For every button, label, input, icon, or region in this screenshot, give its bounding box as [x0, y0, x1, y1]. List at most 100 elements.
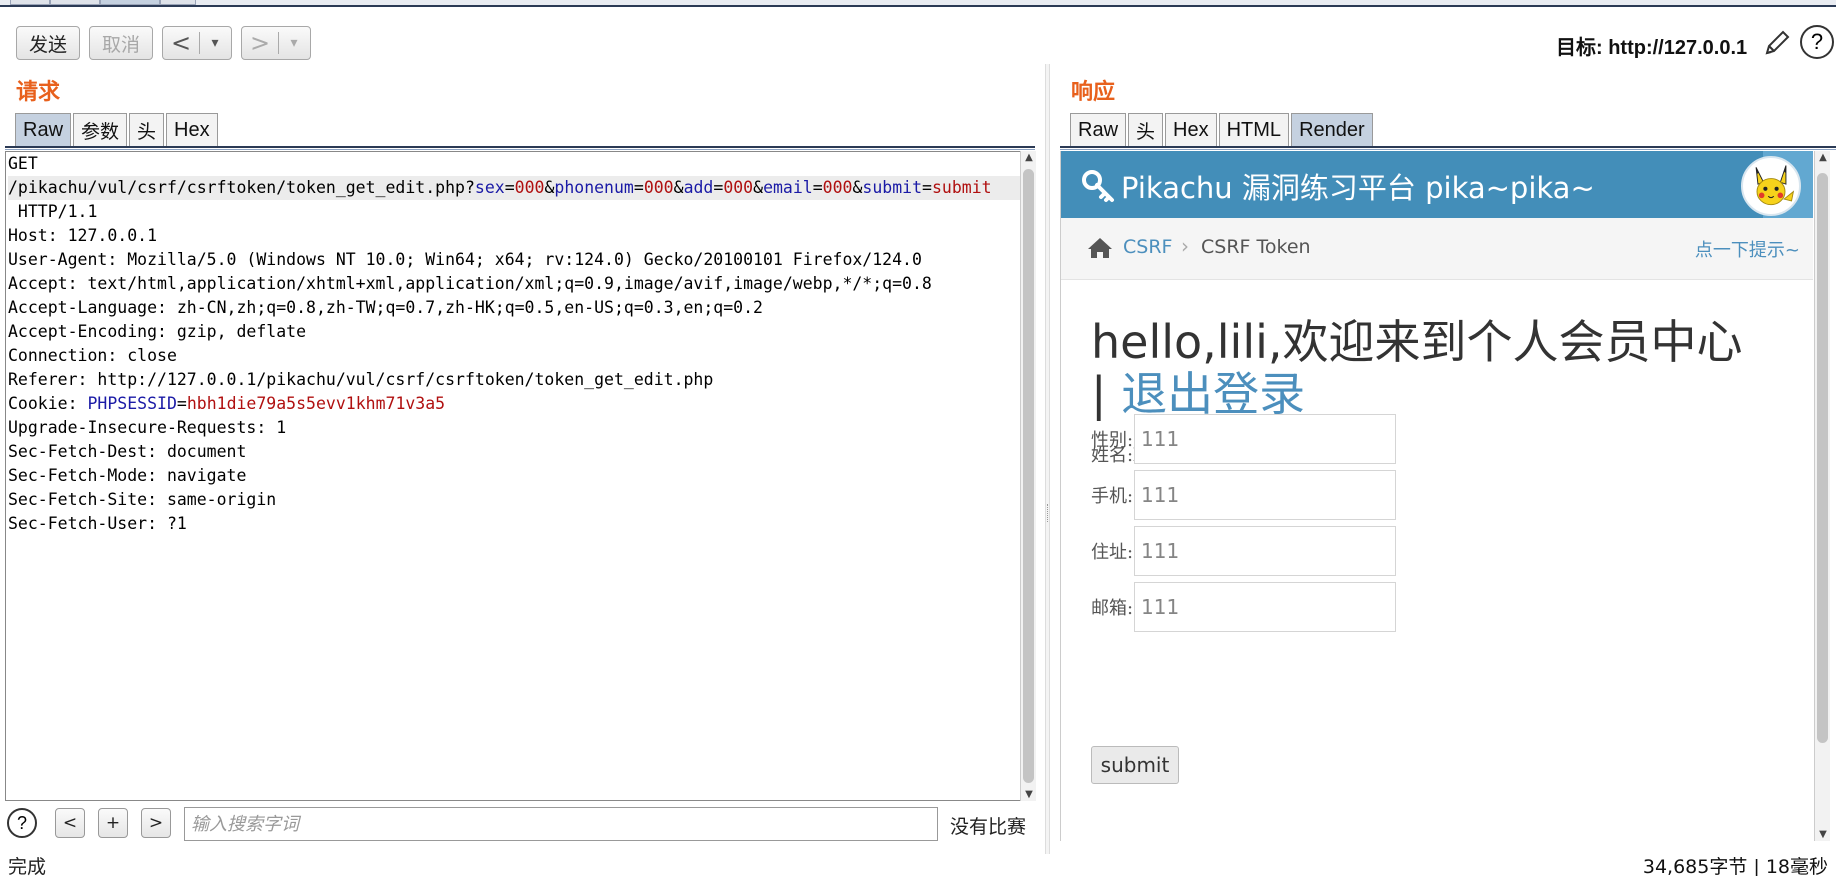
param-key: submit — [862, 178, 923, 197]
scroll-thumb[interactable] — [1023, 169, 1034, 783]
tab-hex[interactable]: Hex — [166, 113, 218, 147]
request-line: User-Agent: Mozilla/5.0 (Windows NT 10.0… — [8, 250, 922, 269]
forward-button[interactable]: > ▾ — [241, 26, 311, 60]
logout-link[interactable]: 退出登录 — [1121, 367, 1305, 421]
param-separator: & — [852, 178, 863, 197]
page-header: Pikachu 漏洞练习平台 pika~pika~ — [1061, 151, 1813, 218]
request-line: Sec-Fetch-User: ?1 — [8, 514, 187, 533]
address-label: 住址: — [1091, 542, 1134, 563]
cancel-button[interactable]: 取消 — [89, 26, 153, 60]
top-tab[interactable] — [160, 0, 196, 5]
welcome-heading: hello,lili,欢迎来到个人会员中心 | 退出登录 — [1091, 316, 1791, 420]
param-key: email — [763, 178, 813, 197]
param-separator: & — [753, 178, 764, 197]
form-row-address: 住址: — [1091, 526, 1396, 576]
breadcrumb-csrf-link[interactable]: CSRF — [1123, 236, 1172, 258]
scroll-thumb[interactable] — [1817, 173, 1828, 743]
target-label: 目标: http://127.0.0.1 — [1556, 37, 1748, 59]
back-button[interactable]: < ▾ — [162, 26, 232, 60]
cookie-value: hbh1die79a5s5evv1khm71v3a5 — [186, 394, 446, 413]
search-help-icon[interactable]: ? — [7, 808, 37, 838]
response-tab-underline — [1060, 146, 1836, 150]
welcome-text: hello,lili,欢迎来到个人会员中心 — [1091, 315, 1743, 369]
search-result-text: 没有比赛 — [950, 816, 1027, 838]
request-line: Sec-Fetch-Dest: document — [8, 442, 247, 461]
request-line: Connection: close — [8, 346, 177, 365]
tab-headers[interactable]: 头 — [1128, 113, 1164, 147]
tab-params[interactable]: 参数 — [73, 113, 128, 147]
scroll-up-icon[interactable]: ▲ — [1021, 152, 1037, 163]
breadcrumb: CSRF › CSRF Token 点一下提示~ — [1061, 218, 1813, 280]
top-tab[interactable] — [10, 0, 50, 5]
param-value: 000 — [723, 178, 754, 197]
response-stats: 34,685字节 | 18毫秒 — [1642, 856, 1828, 876]
tab-render[interactable]: Render — [1291, 113, 1373, 147]
request-line: Accept: text/html,application/xhtml+xml,… — [8, 274, 932, 293]
sex-input[interactable] — [1134, 414, 1396, 464]
param-equals: = — [922, 178, 932, 197]
tab-raw[interactable]: Raw — [1070, 113, 1127, 147]
request-scrollbar[interactable]: ▲ ▼ — [1020, 151, 1036, 801]
param-separator: & — [673, 178, 684, 197]
top-tab[interactable] — [50, 0, 100, 5]
param-equals: = — [504, 178, 515, 197]
back-arrow-icon: < — [170, 29, 192, 57]
request-line: Accept-Encoding: gzip, deflate — [8, 322, 307, 341]
email-input[interactable] — [1134, 582, 1396, 632]
scroll-up-icon[interactable]: ▲ — [1815, 152, 1831, 163]
page-header-title: Pikachu 漏洞练习平台 pika~pika~ — [1121, 171, 1595, 205]
header-name: Cookie: — [8, 394, 88, 413]
submit-button[interactable]: submit — [1091, 746, 1179, 784]
search-add-button[interactable]: + — [98, 808, 128, 838]
forward-arrow-icon: > — [249, 29, 271, 57]
status-text: 完成 — [8, 856, 47, 876]
send-button[interactable]: 发送 — [16, 26, 80, 60]
request-line: GET — [8, 154, 38, 173]
search-prev-button[interactable]: < — [55, 808, 85, 838]
pane-divider[interactable] — [1045, 64, 1050, 854]
scroll-down-icon[interactable]: ▼ — [1815, 829, 1831, 840]
request-tabs: Raw 参数 头 Hex — [15, 113, 218, 147]
param-equals: = — [713, 178, 724, 197]
forward-dropdown-icon[interactable]: ▾ — [279, 35, 309, 51]
edit-target-icon[interactable] — [1762, 28, 1792, 58]
rendered-page: Pikachu 漏洞练习平台 pika~pika~ CSRF › CSRF To… — [1060, 151, 1813, 841]
heading-separator: | — [1091, 367, 1122, 421]
form-row-phone: 手机: — [1091, 470, 1396, 520]
phone-input[interactable] — [1134, 470, 1396, 520]
url-path: /pikachu/vul/csrf/csrftoken/token_get_ed… — [8, 178, 475, 197]
request-title: 请求 — [16, 80, 61, 105]
request-line: Host: 127.0.0.1 — [8, 226, 158, 245]
hint-link[interactable]: 点一下提示~ — [1695, 236, 1800, 262]
tab-html[interactable]: HTML — [1218, 113, 1290, 147]
request-line-url: /pikachu/vul/csrf/csrftoken/token_get_ed… — [8, 176, 1020, 200]
home-icon[interactable] — [1087, 237, 1113, 259]
top-tab-strip — [0, 0, 1836, 7]
tab-hex[interactable]: Hex — [1165, 113, 1217, 147]
phone-label: 手机: — [1091, 486, 1134, 507]
request-editor[interactable]: GET /pikachu/vul/csrf/csrftoken/token_ge… — [5, 151, 1021, 801]
form-row-sex: 性别: — [1091, 414, 1396, 464]
request-line: Referer: http://127.0.0.1/pikachu/vul/cs… — [8, 370, 714, 389]
help-icon[interactable]: ? — [1800, 25, 1834, 59]
tab-headers[interactable]: 头 — [129, 113, 165, 147]
param-value: submit — [931, 178, 992, 197]
request-line: Accept-Language: zh-CN,zh;q=0.8,zh-TW;q=… — [8, 298, 763, 317]
tab-raw[interactable]: Raw — [15, 113, 72, 147]
key-icon — [1082, 170, 1114, 202]
param-value: 000 — [514, 178, 545, 197]
top-tab-active[interactable] — [100, 0, 160, 5]
response-title: 响应 — [1071, 80, 1116, 105]
scroll-down-icon[interactable]: ▼ — [1021, 789, 1037, 800]
breadcrumb-separator: › — [1181, 234, 1189, 258]
search-input[interactable] — [184, 807, 938, 841]
email-label: 邮箱: — [1091, 598, 1134, 619]
param-equals: = — [812, 178, 823, 197]
back-dropdown-icon[interactable]: ▾ — [200, 35, 230, 51]
divider-grip[interactable] — [1047, 504, 1049, 522]
address-input[interactable] — [1134, 526, 1396, 576]
form-row-email: 邮箱: — [1091, 582, 1396, 632]
search-next-button[interactable]: > — [141, 808, 171, 838]
param-value: 000 — [822, 178, 853, 197]
response-scrollbar[interactable]: ▲ ▼ — [1814, 151, 1830, 841]
